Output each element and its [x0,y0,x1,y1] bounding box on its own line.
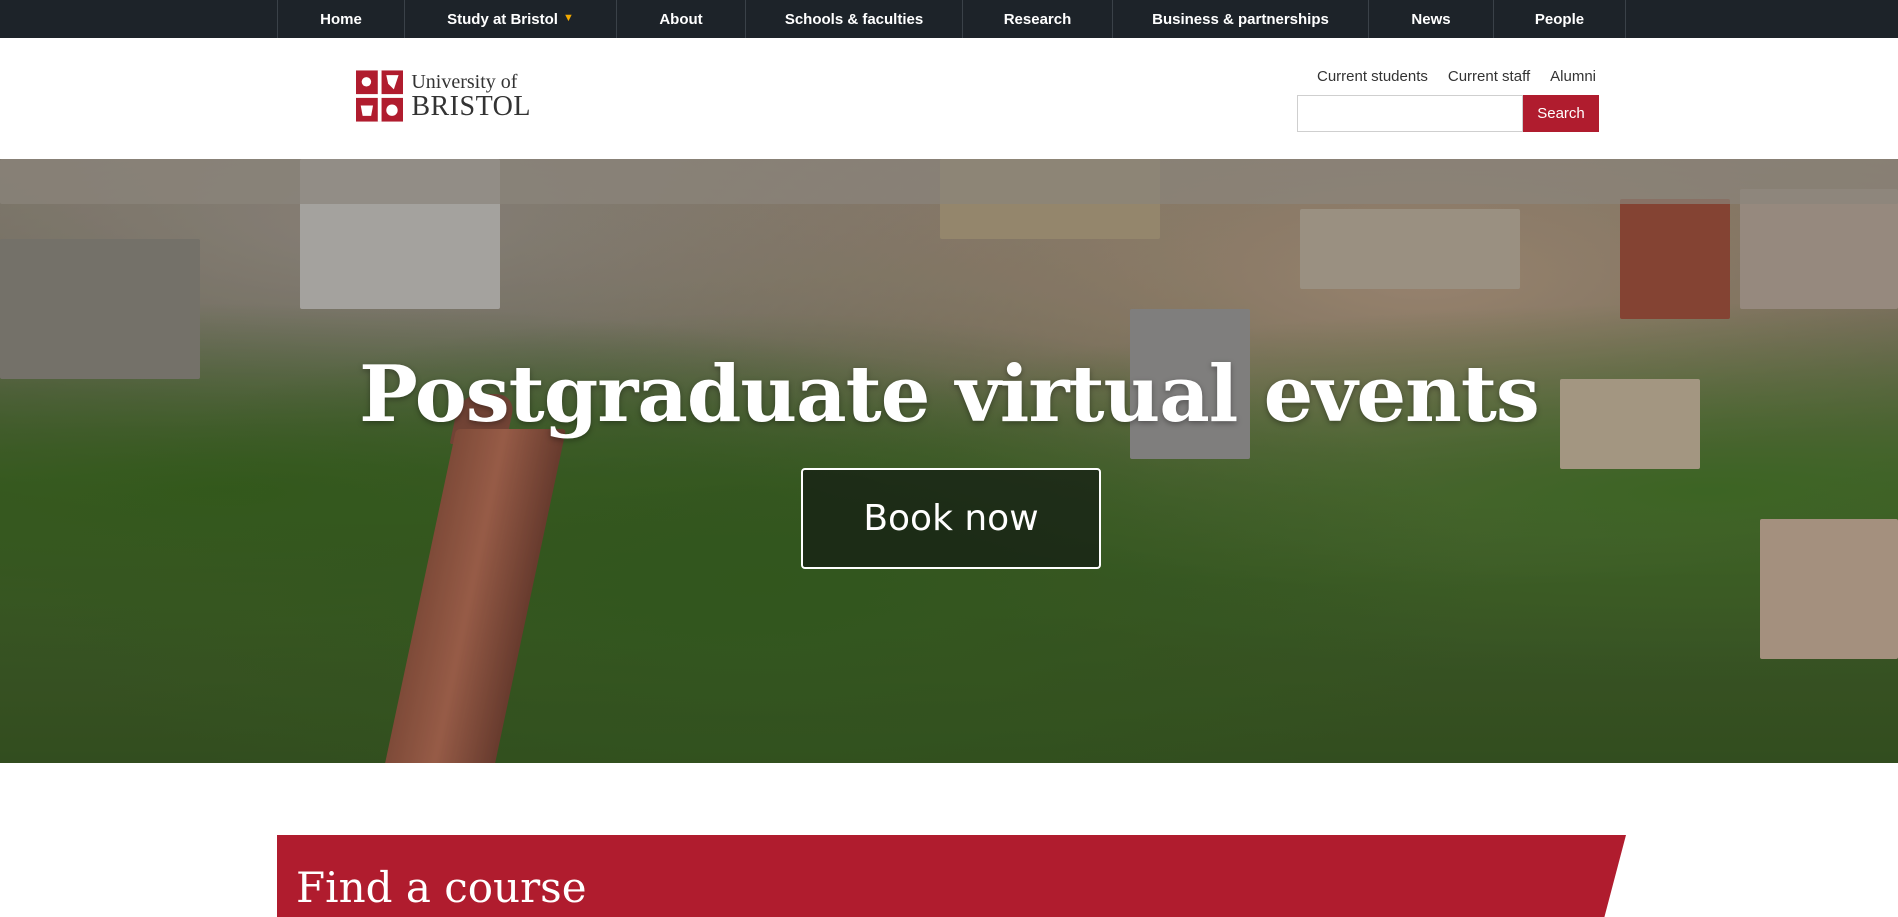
link-alumni[interactable]: Alumni [1550,68,1596,85]
find-course-title: Find a course [296,863,587,912]
nav-item-business-partnerships[interactable]: Business & partnerships [1112,0,1368,38]
nav-item-study-at-bristol[interactable]: Study at Bristol ▼ [404,0,616,38]
utility-links: Current students Current staff Alumni [1317,68,1596,85]
nav-item-schools-faculties[interactable]: Schools & faculties [745,0,962,38]
top-navigation: Home Study at Bristol ▼ About Schools & f… [0,0,1898,38]
logo-line-2: BRISTOL [411,90,531,122]
nav-item-home[interactable]: Home [277,0,404,38]
link-current-staff[interactable]: Current staff [1448,68,1530,85]
crest-icon [356,70,404,122]
nav-item-people[interactable]: People [1493,0,1626,38]
search-input[interactable] [1297,95,1523,132]
link-current-students[interactable]: Current students [1317,68,1428,85]
hero-banner: Postgraduate virtual events Book now [0,159,1898,763]
book-now-button[interactable]: Book now [801,468,1101,569]
top-nav-list: Home Study at Bristol ▼ About Schools & f… [277,0,1626,38]
site-header: University of BRISTOL Current students C… [0,38,1898,159]
find-course-banner: Find a course [277,835,1626,917]
nav-item-about[interactable]: About [616,0,745,38]
logo-wordmark: University of BRISTOL [411,72,531,121]
nav-item-news[interactable]: News [1368,0,1493,38]
university-logo[interactable]: University of BRISTOL [356,69,531,123]
search-button[interactable]: Search [1523,95,1599,132]
nav-item-research[interactable]: Research [962,0,1112,38]
hero-title: Postgraduate virtual events [359,349,1540,440]
search-form: Search [1297,95,1599,132]
chevron-down-icon: ▼ [562,12,574,24]
logo-line-1: University of [411,70,518,93]
